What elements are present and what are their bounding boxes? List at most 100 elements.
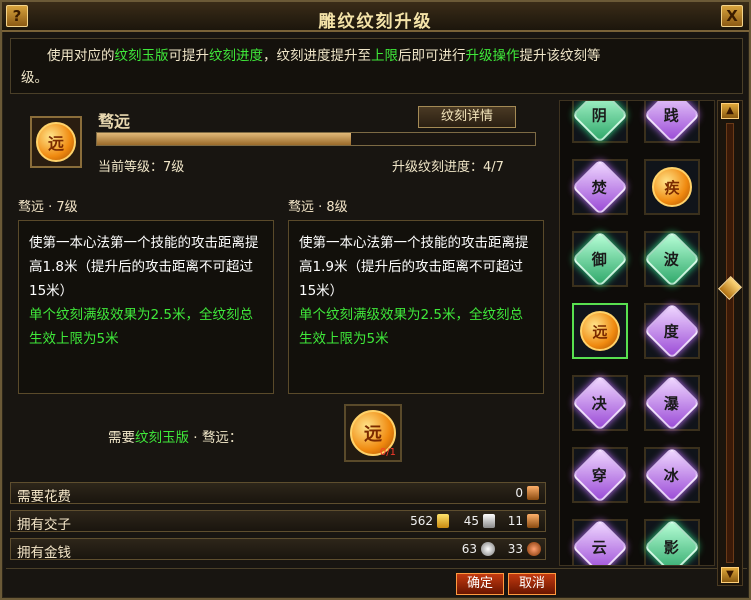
jiaozi-label: 拥有交子 <box>17 517 71 533</box>
info-part: 级。 <box>21 70 48 86</box>
carving-tile-icon: 影 <box>643 518 701 565</box>
carving-slot[interactable]: 远 <box>30 116 82 168</box>
bottom-bar: 确定 取消 <box>6 568 747 596</box>
carving-grid-cell[interactable]: 远 <box>572 303 628 359</box>
info-part: 提升该纹刻等 <box>519 48 601 64</box>
cost-label: 需要花费 <box>17 489 71 505</box>
carving-tile-char: 影 <box>664 538 680 557</box>
info-part: 使用对应的 <box>47 48 115 64</box>
carving-grid-cell[interactable]: 疾 <box>644 159 700 215</box>
copper-coin-icon <box>527 542 541 556</box>
info-highlight: 升级操作 <box>465 48 520 64</box>
info-part: ，纹刻进度提升至 <box>263 48 371 64</box>
carving-tile-icon: 疾 <box>652 167 692 207</box>
next-level-heading: 骛远 · 8级 <box>288 200 348 215</box>
silver-ingot-icon <box>483 514 495 528</box>
cost-row: 需要花费 0 <box>10 482 546 505</box>
carving-icon: 远 <box>36 122 76 162</box>
carving-grid-cell[interactable]: 冰 <box>643 446 701 504</box>
required-item-count: 0/1 <box>379 447 396 458</box>
carving-grid-cell[interactable]: 决 <box>571 374 629 432</box>
carving-tile-char: 波 <box>664 250 680 269</box>
carving-tile-char: 御 <box>592 250 608 269</box>
money-silver-value: 63 <box>461 542 477 556</box>
jiaozi-row: 拥有交子 562 45 11 <box>10 510 546 533</box>
progress-bar <box>96 132 536 146</box>
info-highlight: 上限 <box>371 48 398 64</box>
info-part: 后即可进行 <box>398 48 466 64</box>
carving-tile-char: 穿 <box>592 466 608 485</box>
required-pre: 需要 <box>108 430 135 446</box>
progress-fill <box>97 133 352 145</box>
carving-tile-icon: 度 <box>643 302 701 360</box>
current-level: 当前等级：7级 <box>98 160 185 175</box>
upgrade-window: ? 雕纹纹刻升级 X 使用对应的纹刻玉版可提升纹刻进度，纹刻进度提升至上限后即可… <box>0 0 751 600</box>
current-effect-note: 单个纹刻满级效果为2.5米，全纹刻总生效上限为5米 <box>29 307 253 347</box>
gold-ingot-icon <box>437 514 449 528</box>
carving-grid-cell[interactable]: 焚 <box>571 158 629 216</box>
carving-tile-icon: 践 <box>643 101 701 144</box>
carving-grid-cell[interactable]: 阴 <box>571 101 629 144</box>
carving-grid: 阴 践焚 疾御 波远 度决 瀑穿 冰云 影 <box>559 100 715 566</box>
carving-name: 骛远 <box>98 112 131 131</box>
info-part: 可提升 <box>168 48 210 64</box>
carving-grid-cell[interactable]: 影 <box>643 518 701 565</box>
money-row: 拥有金钱 63 33 <box>10 538 546 561</box>
carving-tile-char: 度 <box>664 322 680 341</box>
scroll-up-icon[interactable]: ▲ <box>721 103 739 119</box>
required-item-slot[interactable]: 远 0/1 <box>344 404 402 462</box>
jiaozi-gold-value: 562 <box>410 514 433 528</box>
carving-tile-char: 践 <box>664 106 680 125</box>
carving-tile-char: 疾 <box>664 178 680 197</box>
next-effect-note: 单个纹刻满级效果为2.5米，全纹刻总生效上限为5米 <box>299 307 523 347</box>
carving-tile-icon: 焚 <box>571 158 629 216</box>
scroll-track[interactable] <box>726 123 734 563</box>
required-item-label: 需要纹刻玉版 · 骛远： <box>108 426 242 446</box>
upgrade-progress: 升级纹刻进度：4/7 <box>392 160 504 175</box>
carving-icon-char: 远 <box>47 134 64 153</box>
copper-ingot-icon <box>527 486 539 500</box>
carving-tile-char: 决 <box>592 394 608 413</box>
carving-detail-button[interactable]: 纹刻详情 <box>418 106 516 128</box>
carving-tile-char: 远 <box>592 322 608 341</box>
carving-grid-cell[interactable]: 度 <box>643 302 701 360</box>
carving-tile-icon: 冰 <box>643 446 701 504</box>
copper-ingot-icon <box>527 514 539 528</box>
carving-tile-icon: 决 <box>571 374 629 432</box>
carving-tile-icon: 远 <box>580 311 620 351</box>
current-effect-box: 使第一本心法第一个技能的攻击距离提高1.8米（提升后的攻击距离不可超过15米） … <box>18 220 274 394</box>
scroll-down-icon[interactable]: ▼ <box>721 567 739 583</box>
jiaozi-silver-value: 45 <box>463 514 479 528</box>
carving-tile-char: 瀑 <box>664 394 680 413</box>
current-level-heading: 骛远 · 7级 <box>18 200 78 215</box>
required-post: · 骛远： <box>189 430 243 446</box>
money-copper-value: 33 <box>507 542 523 556</box>
title-bar: ? 雕纹纹刻升级 X <box>2 2 749 32</box>
carving-tile-icon: 穿 <box>571 446 629 504</box>
carving-tile-char: 焚 <box>592 178 608 197</box>
next-effect-box: 使第一本心法第一个技能的攻击距离提高1.9米（提升后的攻击距离不可超过15米） … <box>288 220 544 394</box>
close-button[interactable]: X <box>721 5 743 27</box>
carving-grid-cell[interactable]: 云 <box>571 518 629 565</box>
carving-tile-icon: 阴 <box>571 101 629 144</box>
detail-panel: 远 骛远 纹刻详情 当前等级：7级 升级纹刻进度：4/7 骛远 · 7级 骛远 … <box>8 100 552 472</box>
cost-value: 0 <box>515 486 523 500</box>
carving-grid-cell[interactable]: 瀑 <box>643 374 701 432</box>
next-effect-text: 使第一本心法第一个技能的攻击距离提高1.9米（提升后的攻击距离不可超过15米） <box>299 235 529 299</box>
confirm-button[interactable]: 确定 <box>456 573 504 595</box>
carving-tile-icon: 御 <box>571 230 629 288</box>
grid-scrollbar[interactable]: ▲ ▼ <box>717 100 743 586</box>
carving-tile-char: 云 <box>592 538 608 557</box>
carving-grid-cell[interactable]: 穿 <box>571 446 629 504</box>
carving-grid-cell[interactable]: 践 <box>643 101 701 144</box>
required-item-name: 纹刻玉版 <box>135 430 189 446</box>
carving-tile-icon: 瀑 <box>643 374 701 432</box>
scroll-thumb[interactable] <box>717 275 743 301</box>
info-text: 使用对应的纹刻玉版可提升纹刻进度，纹刻进度提升至上限后即可进行升级操作提升该纹刻… <box>10 38 743 94</box>
money-label: 拥有金钱 <box>17 545 71 561</box>
carving-grid-cell[interactable]: 波 <box>643 230 701 288</box>
carving-grid-cell[interactable]: 御 <box>571 230 629 288</box>
info-highlight: 纹刻玉版 <box>114 48 169 64</box>
jiaozi-copper-value: 11 <box>507 514 523 528</box>
cancel-button[interactable]: 取消 <box>508 573 556 595</box>
